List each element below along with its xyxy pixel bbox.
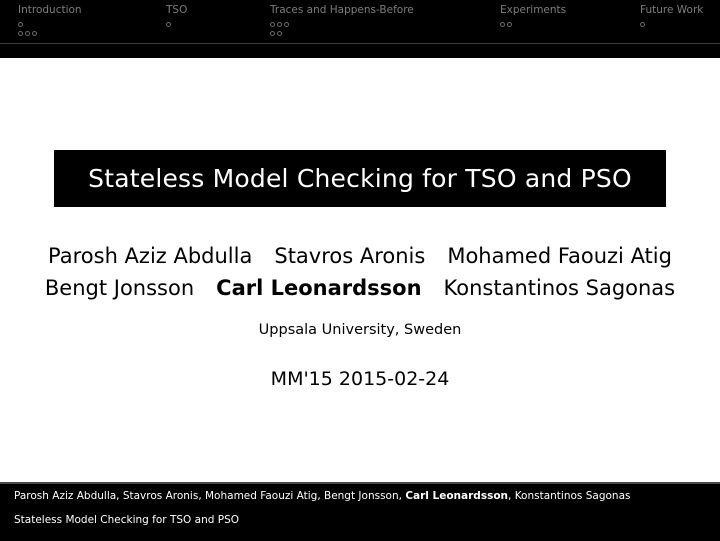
slide-body: Stateless Model Checking for TSO and PSO… bbox=[0, 58, 720, 497]
footer-authors-prefix: Parosh Aziz Abdulla, Stavros Aronis, Moh… bbox=[14, 490, 406, 502]
nav-section-0[interactable]: Introduction bbox=[0, 0, 148, 37]
nav-slide-dot-icon[interactable] bbox=[270, 31, 275, 36]
nav-slide-dot-icon[interactable] bbox=[277, 31, 282, 36]
nav-section-label: Experiments bbox=[500, 4, 567, 16]
nav-slide-dot-icon[interactable] bbox=[640, 22, 645, 27]
nav-subsection-row-0 bbox=[640, 19, 720, 28]
nav-subsection-row-0 bbox=[270, 19, 482, 28]
beamer-navigation-header: Introduction TSO Traces and Happens-Before… bbox=[0, 0, 720, 58]
navbar-divider bbox=[0, 43, 720, 44]
nav-subsection-row-1 bbox=[18, 28, 148, 37]
nav-subsection-dots bbox=[18, 19, 148, 37]
footer-divider bbox=[0, 482, 720, 484]
nav-subsection-row-0 bbox=[500, 19, 622, 28]
nav-slide-dot-icon[interactable] bbox=[32, 31, 37, 36]
nav-slide-dot-icon[interactable] bbox=[18, 22, 23, 27]
nav-slide-dot-icon[interactable] bbox=[166, 22, 171, 27]
author-name: Stavros Aronis bbox=[274, 244, 426, 268]
nav-section-4[interactable]: Future Work bbox=[622, 0, 720, 28]
title-box: Stateless Model Checking for TSO and PSO bbox=[54, 150, 666, 207]
page-title: Stateless Model Checking for TSO and PSO bbox=[88, 164, 632, 193]
slide-footer: Parosh Aziz Abdulla, Stavros Aronis, Moh… bbox=[0, 482, 720, 541]
author-name: Bengt Jonsson bbox=[44, 276, 195, 300]
nav-subsection-dots bbox=[270, 19, 482, 37]
nav-subsection-row-0 bbox=[18, 19, 148, 28]
author-line-1: Parosh Aziz Abdulla Stavros Aronis Mohamed… bbox=[0, 240, 720, 272]
nav-slide-dot-icon[interactable] bbox=[277, 22, 282, 27]
author-name: Parosh Aziz Abdulla bbox=[48, 244, 253, 268]
affiliation-text: Uppsala University, Sweden bbox=[258, 322, 462, 338]
footer-authors-suffix: , Konstantinos Sagonas bbox=[508, 490, 631, 502]
nav-subsection-row-0 bbox=[166, 19, 252, 28]
author-name: Carl Leonardsson bbox=[216, 276, 422, 300]
nav-section-1[interactable]: TSO bbox=[148, 0, 252, 28]
nav-section-2[interactable]: Traces and Happens-Before bbox=[252, 0, 482, 37]
nav-slide-dot-icon[interactable] bbox=[270, 22, 275, 27]
conference-date-text: MM'15 2015-02-24 bbox=[270, 368, 450, 390]
nav-subsection-row-1 bbox=[270, 28, 482, 37]
navigation-sections: Introduction TSO Traces and Happens-Before… bbox=[0, 0, 720, 42]
author-name: Mohamed Faouzi Atig bbox=[447, 244, 672, 268]
nav-slide-dot-icon[interactable] bbox=[284, 22, 289, 27]
nav-slide-dot-icon[interactable] bbox=[500, 22, 505, 27]
nav-subsection-dots bbox=[166, 19, 252, 28]
nav-subsection-dots bbox=[500, 19, 622, 28]
presentation-slide: Introduction TSO Traces and Happens-Before… bbox=[0, 0, 720, 541]
nav-section-3[interactable]: Experiments bbox=[482, 0, 622, 28]
footer-title: Stateless Model Checking for TSO and PSO bbox=[14, 514, 239, 526]
footer-authors: Parosh Aziz Abdulla, Stavros Aronis, Moh… bbox=[14, 490, 630, 503]
nav-subsection-dots bbox=[640, 19, 720, 28]
nav-section-label: Future Work bbox=[640, 4, 704, 16]
nav-section-label: Introduction bbox=[18, 4, 82, 16]
nav-section-label: TSO bbox=[166, 4, 188, 16]
author-name: Konstantinos Sagonas bbox=[443, 276, 676, 300]
nav-slide-dot-icon[interactable] bbox=[25, 31, 30, 36]
nav-slide-dot-icon[interactable] bbox=[18, 31, 23, 36]
author-list: Parosh Aziz Abdulla Stavros Aronis Mohamed… bbox=[0, 240, 720, 304]
author-line-2: Bengt Jonsson Carl Leonardsson Konstantino… bbox=[0, 272, 720, 304]
nav-slide-dot-icon[interactable] bbox=[507, 22, 512, 27]
nav-section-label: Traces and Happens-Before bbox=[270, 4, 414, 16]
footer-authors-highlighted: Carl Leonardsson bbox=[405, 490, 509, 502]
